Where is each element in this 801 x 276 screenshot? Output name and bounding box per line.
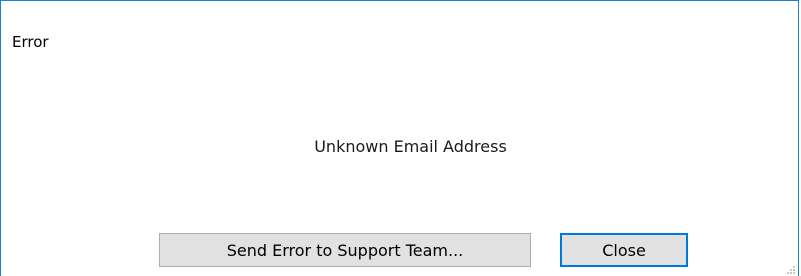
close-button-label: Close bbox=[602, 240, 646, 260]
send-error-button-label: Send Error to Support Team... bbox=[226, 240, 464, 260]
send-error-button[interactable]: Send Error to Support Team... bbox=[159, 233, 531, 267]
size-grip-icon[interactable] bbox=[785, 264, 795, 274]
error-dialog: Error Unknown Email Address Send Error t… bbox=[0, 0, 799, 276]
close-button[interactable]: Close bbox=[560, 233, 688, 267]
error-message: Unknown Email Address bbox=[314, 137, 507, 156]
dialog-title: Error bbox=[12, 33, 49, 51]
